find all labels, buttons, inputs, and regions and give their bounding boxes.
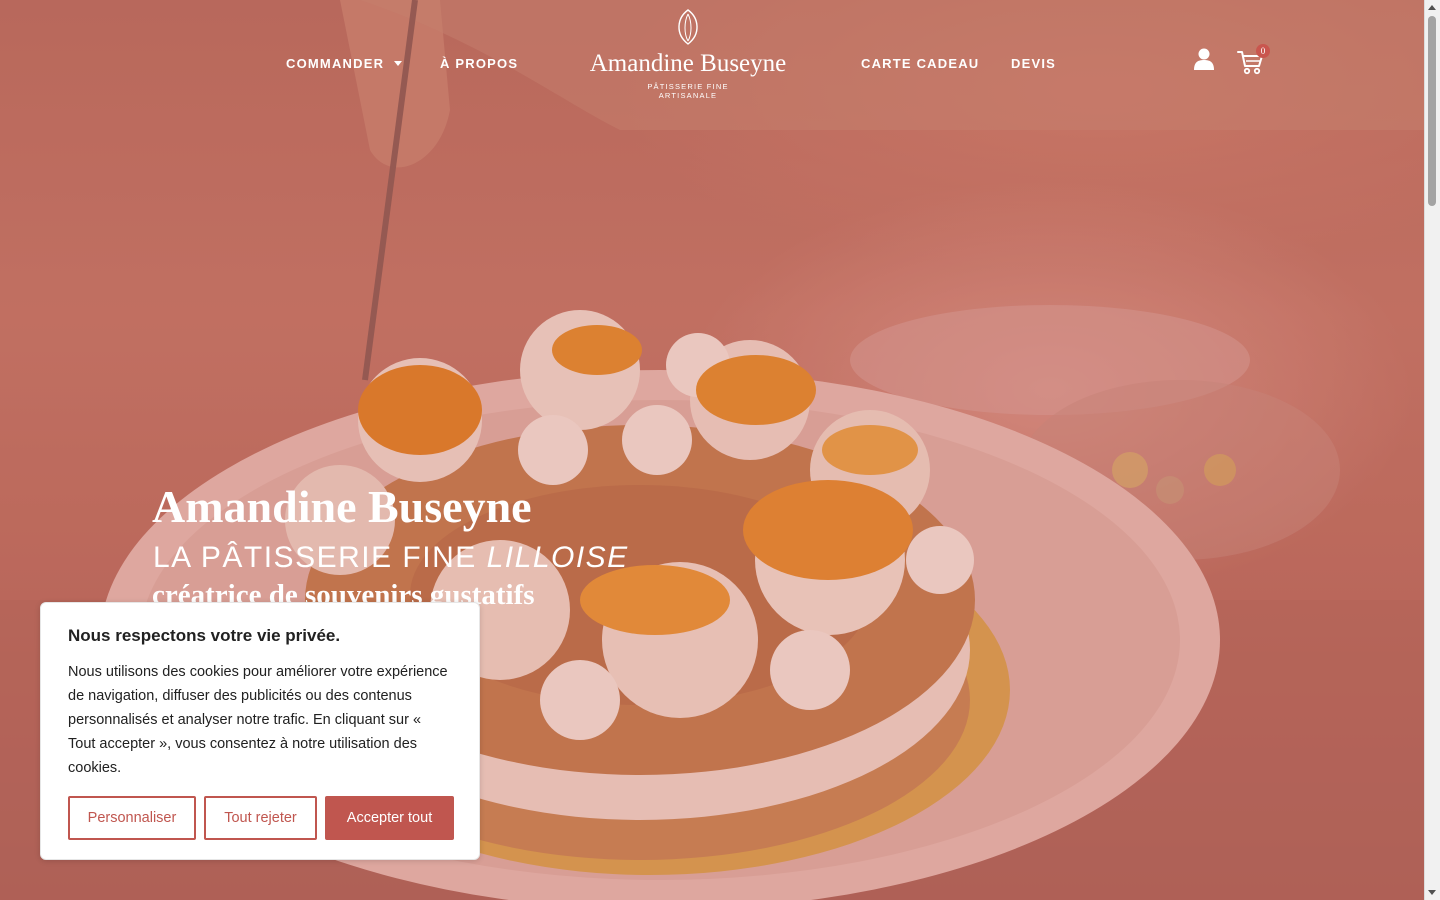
scrollbar-thumb[interactable]	[1428, 16, 1436, 206]
cookie-title: Nous respectons votre vie privée.	[68, 626, 341, 645]
nav-devis[interactable]: DEVIS	[1011, 56, 1056, 71]
chevron-down-icon	[394, 61, 403, 66]
hero-title: Amandine Buseyne	[152, 481, 532, 532]
logo-tagline-1: PÂTISSERIE FINE	[647, 82, 729, 91]
hero-subtitle-prefix: LA PÂTISSERIE FINE	[153, 541, 487, 574]
scroll-down-icon[interactable]	[1428, 890, 1436, 895]
page-scrollbar[interactable]	[1424, 0, 1440, 900]
almond-logo-icon	[678, 9, 698, 45]
customize-button[interactable]: Personnaliser	[68, 796, 196, 840]
cookie-text: Nous utilisons des cookies pour améliore…	[68, 664, 448, 776]
hero-subtitle-emphasis: LILLOISE	[486, 541, 629, 574]
logo-tagline-2: ARTISANALE	[658, 91, 718, 100]
nav-commander-label: COMMANDER	[286, 56, 385, 71]
logo-name: Amandine Buseyne	[589, 50, 787, 77]
user-icon[interactable]	[1194, 48, 1214, 72]
hero-subtitle: LA PÂTISSERIE FINE LILLOISE	[153, 540, 629, 576]
nav-carte-cadeau[interactable]: CARTE CADEAU	[861, 56, 979, 71]
cookie-banner: Nous respectons votre vie privée. Nous u…	[40, 602, 480, 860]
scroll-up-icon[interactable]	[1428, 5, 1436, 10]
nav-commander[interactable]: COMMANDER	[286, 56, 403, 71]
cart-count-badge: 0	[1256, 44, 1270, 58]
reject-all-button[interactable]: Tout rejeter	[204, 796, 317, 840]
cookie-buttons: Personnaliser Tout rejeter Accepter tout	[68, 796, 454, 840]
nav-a-propos[interactable]: À PROPOS	[440, 56, 518, 71]
brand-logo[interactable]: Amandine Buseyne PÂTISSERIE FINE ARTISAN…	[578, 8, 798, 108]
accept-all-button[interactable]: Accepter tout	[325, 796, 454, 840]
